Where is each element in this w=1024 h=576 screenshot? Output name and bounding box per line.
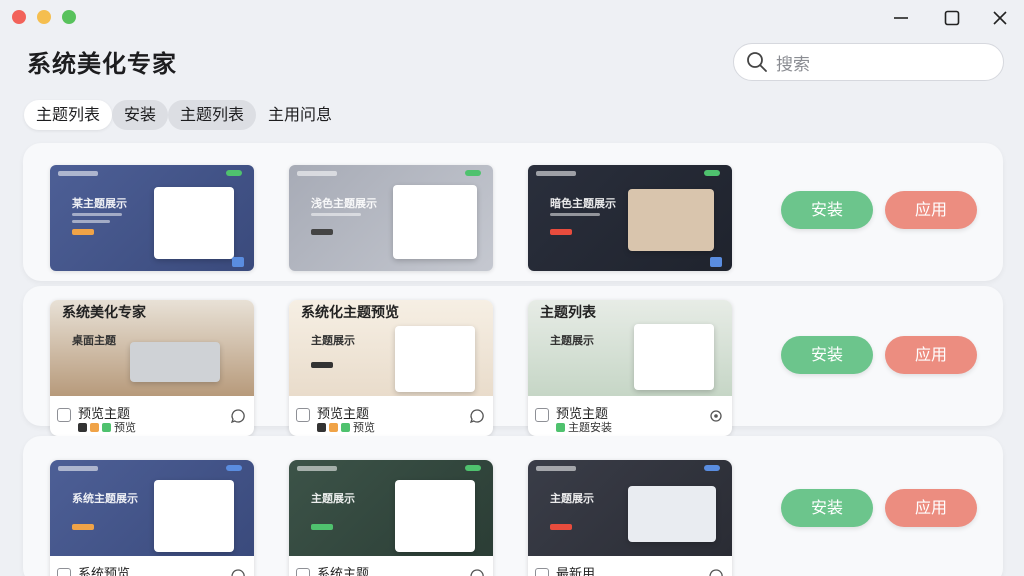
tile-name: 系统预览 bbox=[78, 567, 131, 576]
zoom-window-dot[interactable] bbox=[62, 10, 76, 24]
comment-icon[interactable] bbox=[469, 408, 485, 424]
thumbnail-heading: 桌面主题 bbox=[72, 334, 116, 347]
select-checkbox[interactable] bbox=[57, 568, 71, 576]
theme-thumbnail: 系统化主题预览 主题展示 bbox=[289, 300, 493, 396]
search-input[interactable]: 搜索 bbox=[776, 50, 810, 75]
theme-row: 某主题展示 浅色主题展示 暗色主题展示 安装 应用 bbox=[23, 143, 1003, 281]
app-icon bbox=[90, 422, 99, 432]
minimize-window-dot[interactable] bbox=[37, 10, 51, 24]
app-icon bbox=[556, 422, 565, 432]
close-button[interactable] bbox=[987, 6, 1013, 30]
theme-tile[interactable]: 系统化主题预览 主题展示 预览主题 预览 bbox=[289, 300, 493, 436]
theme-thumbnail: 主题展示 bbox=[289, 460, 493, 556]
apply-button[interactable]: 应用 bbox=[885, 336, 977, 374]
minimize-icon bbox=[894, 17, 908, 19]
app-icon bbox=[317, 422, 326, 432]
theme-row: 系统主题展示 系统预览 主题展示 系统主题 主题展示 最新用 安装 应用 bbox=[23, 436, 1003, 576]
thumbnail-heading: 暗色主题展示 bbox=[550, 197, 616, 210]
app-icon bbox=[329, 422, 338, 432]
maximize-icon bbox=[944, 10, 960, 26]
theme-thumbnail[interactable]: 某主题展示 bbox=[50, 165, 254, 271]
comment-icon[interactable] bbox=[708, 568, 724, 576]
tab-bar: 主题列表 安装 主题列表 主用问息 bbox=[24, 100, 344, 130]
thumbnail-heading: 系统主题展示 bbox=[72, 492, 138, 505]
theme-thumbnail: 主题展示 bbox=[528, 460, 732, 556]
thumbnail-heading: 主题展示 bbox=[550, 334, 594, 347]
search-icon bbox=[747, 52, 767, 72]
tile-meta: 预览 bbox=[317, 419, 375, 435]
comment-icon[interactable] bbox=[230, 568, 246, 576]
thumbnail-heading: 主题展示 bbox=[311, 334, 355, 347]
thumbnail-heading: 主题展示 bbox=[550, 492, 594, 505]
apply-button[interactable]: 应用 bbox=[885, 191, 977, 229]
comment-icon[interactable] bbox=[469, 568, 485, 576]
app-icon bbox=[102, 422, 111, 432]
tile-name: 系统主题 bbox=[317, 567, 370, 576]
install-button[interactable]: 安装 bbox=[781, 191, 873, 229]
minimize-button[interactable] bbox=[888, 6, 914, 30]
thumbnail-title: 主题列表 bbox=[540, 305, 596, 321]
tab-theme-list[interactable]: 主题列表 bbox=[24, 100, 113, 130]
select-checkbox[interactable] bbox=[296, 568, 310, 576]
theme-tile[interactable]: 系统美化专家 桌面主题 预览主题 预览 bbox=[50, 300, 254, 436]
maximize-button[interactable] bbox=[939, 6, 965, 30]
theme-thumbnail: 主题列表 主题展示 bbox=[528, 300, 732, 396]
thumbnail-title: 系统化主题预览 bbox=[301, 305, 399, 321]
theme-thumbnail: 系统主题展示 bbox=[50, 460, 254, 556]
search-box[interactable]: 搜索 bbox=[733, 43, 1004, 81]
thumbnail-title: 系统美化专家 bbox=[62, 305, 146, 321]
thumbnail-heading: 浅色主题展示 bbox=[311, 197, 377, 210]
app-icon bbox=[78, 422, 87, 432]
comment-icon[interactable] bbox=[230, 408, 246, 424]
theme-tile[interactable]: 主题展示 系统主题 bbox=[289, 460, 493, 576]
select-checkbox[interactable] bbox=[535, 568, 549, 576]
theme-thumbnail[interactable]: 暗色主题展示 bbox=[528, 165, 732, 271]
theme-thumbnail[interactable]: 浅色主题展示 bbox=[289, 165, 493, 271]
app-title: 系统美化专家 bbox=[27, 50, 177, 78]
select-checkbox[interactable] bbox=[57, 408, 71, 422]
install-button[interactable]: 安装 bbox=[781, 336, 873, 374]
theme-thumbnail: 系统美化专家 桌面主题 bbox=[50, 300, 254, 396]
install-button[interactable]: 安装 bbox=[781, 489, 873, 527]
close-window-dot[interactable] bbox=[12, 10, 26, 24]
close-icon bbox=[993, 11, 1007, 25]
theme-tile[interactable]: 主题展示 最新用 bbox=[528, 460, 732, 576]
app-icon bbox=[341, 422, 350, 432]
thumbnail-heading: 某主题展示 bbox=[72, 197, 127, 210]
apply-button[interactable]: 应用 bbox=[885, 489, 977, 527]
select-checkbox[interactable] bbox=[535, 408, 549, 422]
theme-tile[interactable]: 主题列表 主题展示 预览主题 主题安装 bbox=[528, 300, 732, 436]
tab-install[interactable]: 安装 bbox=[112, 100, 169, 130]
gear-icon[interactable] bbox=[708, 408, 724, 424]
tab-info[interactable]: 主用问息 bbox=[256, 100, 344, 130]
thumbnail-heading: 主题展示 bbox=[311, 492, 355, 505]
tab-theme-list-2[interactable]: 主题列表 bbox=[168, 100, 257, 130]
theme-row: 系统美化专家 桌面主题 预览主题 预览 系统化主题预览 主题展示 预览主题 预览… bbox=[23, 286, 1003, 436]
title-bar bbox=[0, 0, 1024, 36]
tile-meta: 主题安装 bbox=[556, 419, 612, 435]
tile-meta: 预览 bbox=[78, 419, 136, 435]
tile-name: 最新用 bbox=[556, 567, 596, 576]
select-checkbox[interactable] bbox=[296, 408, 310, 422]
theme-tile[interactable]: 系统主题展示 系统预览 bbox=[50, 460, 254, 576]
